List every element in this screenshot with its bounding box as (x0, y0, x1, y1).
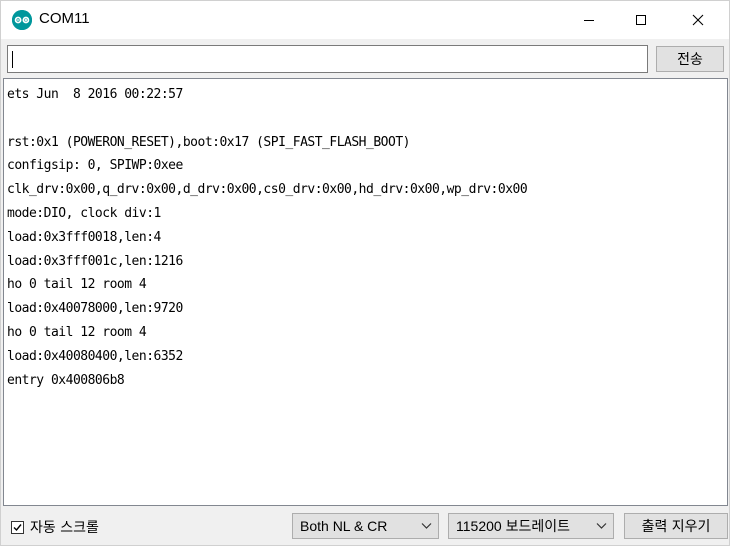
chevron-down-icon (596, 523, 607, 529)
output-line: load:0x3fff001c,len:1216 (7, 253, 183, 269)
text-caret (12, 51, 13, 68)
chevron-down-icon (421, 523, 432, 529)
baud-rate-select[interactable]: 115200 보드레이트 (448, 513, 614, 539)
close-button[interactable] (675, 1, 721, 39)
line-ending-select[interactable]: Both NL & CR (292, 513, 439, 539)
minimize-icon (584, 20, 594, 21)
minimize-button[interactable] (566, 1, 612, 39)
serial-output[interactable]: ets Jun 8 2016 00:22:57 rst:0x1 (POWERON_… (3, 78, 728, 506)
send-input[interactable] (7, 45, 648, 73)
output-line: ho 0 tail 12 room 4 (7, 277, 147, 293)
output-line: configsip: 0, SPIWP:0xee (7, 158, 183, 174)
arduino-logo-icon (12, 10, 32, 30)
output-line: load:0x40080400,len:6352 (7, 348, 183, 364)
maximize-button[interactable] (618, 1, 664, 39)
output-line: ho 0 tail 12 room 4 (7, 324, 147, 340)
output-line: entry 0x400806b8 (7, 372, 125, 388)
title-bar: COM11 (1, 1, 729, 39)
baud-rate-value: 115200 보드레이트 (456, 518, 570, 534)
serial-monitor-window: COM11 전송 ets Jun 8 2016 00:22:57 rst:0x1 … (0, 0, 730, 546)
line-ending-value: Both NL & CR (300, 518, 388, 534)
clear-output-button[interactable]: 출력 지우기 (624, 513, 728, 539)
send-button[interactable]: 전송 (656, 46, 724, 72)
autoscroll-label: 자동 스크롤 (30, 520, 99, 536)
output-line: load:0x40078000,len:9720 (7, 301, 183, 317)
close-icon (692, 14, 704, 26)
maximize-icon (636, 15, 646, 25)
autoscroll-toggle[interactable]: 자동 스크롤 (11, 517, 99, 537)
autoscroll-checkbox[interactable] (11, 520, 24, 534)
output-line: load:0x3fff0018,len:4 (7, 229, 161, 245)
output-line: clk_drv:0x00,q_drv:0x00,d_drv:0x00,cs0_d… (7, 182, 528, 198)
output-line: rst:0x1 (POWERON_RESET),boot:0x17 (SPI_F… (7, 134, 410, 150)
output-line: mode:DIO, clock div:1 (7, 205, 161, 221)
window-title: COM11 (39, 10, 90, 27)
output-line: ets Jun 8 2016 00:22:57 (7, 87, 183, 102)
checkmark-icon (13, 523, 22, 531)
